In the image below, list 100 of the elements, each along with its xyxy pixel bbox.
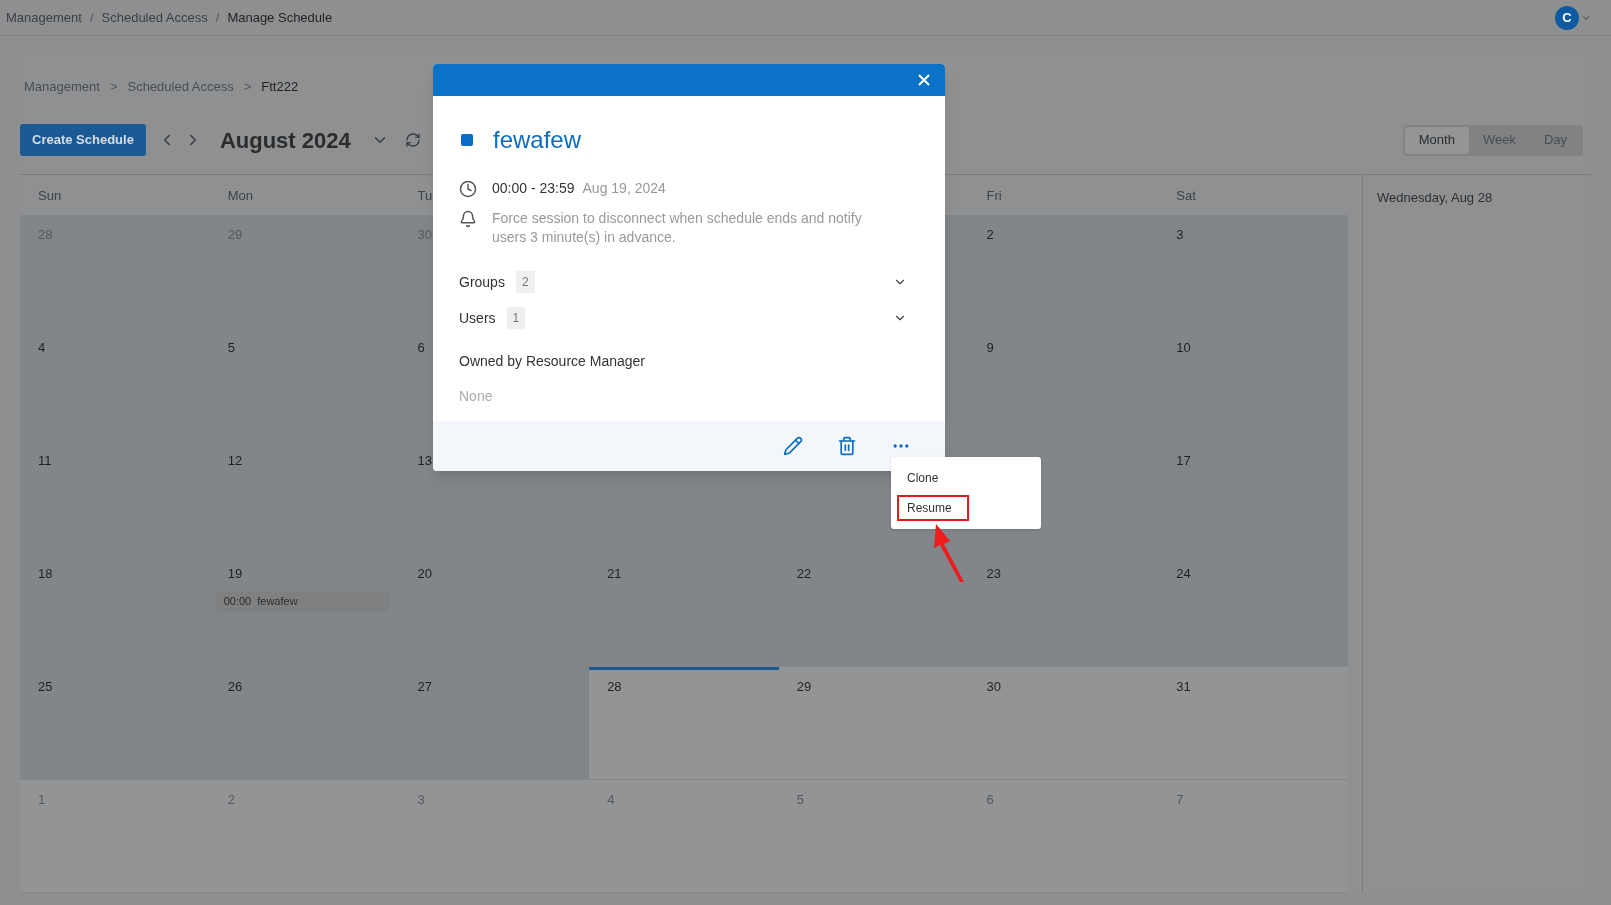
day-number: 21 [607, 565, 622, 583]
breadcrumb-link[interactable]: Scheduled Access [127, 77, 234, 97]
day-cell[interactable]: 3 [1158, 215, 1348, 327]
day-cell[interactable]: 20 [399, 554, 590, 666]
collapsible-section-header[interactable]: Users 1 [459, 307, 919, 329]
event-time-range: 00:00 - 23:59 [492, 179, 575, 198]
day-cell[interactable]: 31 [1158, 667, 1348, 779]
day-number: 19 [227, 565, 243, 583]
breadcrumb-link[interactable]: Scheduled Access [101, 7, 208, 28]
day-number: 10 [1176, 339, 1191, 357]
day-cell[interactable]: 11 [20, 441, 210, 553]
weekday-header: Tu [417, 188, 433, 203]
day-number: 3 [417, 791, 425, 809]
weekday-header: Fri [986, 188, 1002, 203]
day-cell[interactable]: 22 [778, 554, 969, 666]
day-cell[interactable]: 27 [399, 667, 590, 779]
delete-icon[interactable] [837, 436, 857, 456]
day-cell[interactable]: 26 [209, 667, 400, 779]
month-title: August 2024 [219, 126, 351, 155]
edit-icon[interactable] [783, 436, 803, 456]
notification-text: Force session to disconnect when schedule ends and notify users 3 minute(s) in advance. [492, 209, 863, 247]
day-number: 17 [1176, 452, 1191, 470]
day-number: 29 [796, 678, 812, 696]
day-number: 1 [38, 791, 46, 809]
day-cell[interactable]: 4 [20, 328, 210, 440]
day-cell[interactable]: 6 [968, 780, 1159, 892]
day-number: 25 [38, 678, 53, 696]
day-number: 24 [1176, 565, 1191, 583]
day-number: 6 [417, 339, 425, 357]
weekday-header: Sat [1176, 188, 1196, 203]
breadcrumb-link[interactable]: Management [6, 7, 82, 28]
day-cell[interactable]: 28 [589, 667, 779, 779]
weekday-header: Sun [38, 188, 62, 203]
event-title: fewafew [257, 594, 298, 610]
day-cell[interactable]: 23 [968, 554, 1159, 666]
day-cell[interactable]: 12 [209, 441, 400, 553]
day-cell[interactable]: 30 [968, 667, 1159, 779]
owner-value: None [459, 387, 494, 406]
refresh-icon[interactable] [404, 132, 421, 148]
selected-date-heading: Wednesday, Aug 28 [1377, 190, 1493, 205]
day-cell[interactable]: 17 [1158, 441, 1348, 553]
day-number: 26 [227, 678, 243, 696]
day-number: 6 [986, 791, 994, 809]
day-cell[interactable]: 3 [399, 780, 590, 892]
breadcrumb-separator: > [109, 78, 118, 97]
user-avatar[interactable]: C [1555, 5, 1579, 30]
day-number: 28 [607, 678, 622, 696]
section-label: Users [459, 308, 496, 328]
day-number: 7 [1176, 791, 1184, 809]
day-cell[interactable]: 2 [968, 215, 1159, 327]
day-cell[interactable]: 25 [20, 667, 210, 779]
event-chip[interactable]: 00:00 fewafew [215, 591, 390, 612]
day-number: 5 [227, 339, 235, 357]
breadcrumb-link[interactable]: Management [24, 77, 100, 97]
day-number: 31 [1176, 678, 1191, 696]
day-number: 4 [607, 791, 615, 809]
day-number: 9 [986, 339, 994, 357]
day-cell[interactable]: 29 [778, 667, 969, 779]
breadcrumb-separator: / [215, 8, 220, 27]
weekday-header: Mon [227, 188, 253, 203]
day-cell[interactable]: 1 [20, 780, 210, 892]
day-number: 5 [796, 791, 805, 809]
day-cell[interactable]: 4 [589, 780, 779, 892]
bell-icon [459, 210, 477, 228]
day-number: 3 [1176, 226, 1184, 244]
day-cell[interactable]: 19 00:00 fewafew [209, 554, 400, 666]
collapsible-section-header[interactable]: Groups 2 [459, 271, 919, 293]
day-number: 30 [986, 678, 1002, 696]
day-number: 27 [417, 678, 432, 696]
event-date: Aug 19, 2024 [582, 179, 666, 198]
day-number: 11 [38, 452, 52, 470]
day-cell[interactable]: 5 [778, 780, 969, 892]
day-number: 23 [986, 565, 1002, 583]
day-cell[interactable]: 7 [1158, 780, 1348, 892]
day-number: 4 [38, 339, 46, 357]
day-number: 20 [417, 565, 432, 583]
day-cell[interactable]: 9 [968, 328, 1159, 440]
event-title: fewafew [493, 125, 582, 155]
count-badge: 2 [515, 271, 535, 293]
owner-label: Owned by Resource Manager [459, 352, 646, 371]
view-tab[interactable]: Month [1404, 126, 1469, 154]
menu-item[interactable]: Resume [897, 495, 969, 521]
day-cell[interactable]: 5 [209, 328, 400, 440]
day-number: 2 [227, 791, 235, 809]
create-schedule-button[interactable]: Create Schedule [20, 124, 146, 156]
day-number: 18 [38, 565, 53, 583]
event-time: 00:00 [223, 594, 252, 610]
menu-item[interactable]: Clone [897, 465, 949, 491]
day-cell[interactable]: 2 [209, 780, 400, 892]
day-cell[interactable]: 24 [1158, 554, 1348, 666]
day-number: 12 [227, 452, 243, 470]
count-badge: 1 [506, 307, 526, 329]
day-number: 22 [796, 565, 812, 583]
day-cell[interactable]: 18 [20, 554, 210, 666]
day-number: 13 [417, 452, 432, 470]
day-number: 2 [986, 226, 994, 244]
day-cell[interactable]: 10 [1158, 328, 1348, 440]
breadcrumb-separator: / [89, 8, 94, 27]
section-label: Groups [459, 272, 505, 292]
day-cell[interactable]: 21 [589, 554, 779, 666]
